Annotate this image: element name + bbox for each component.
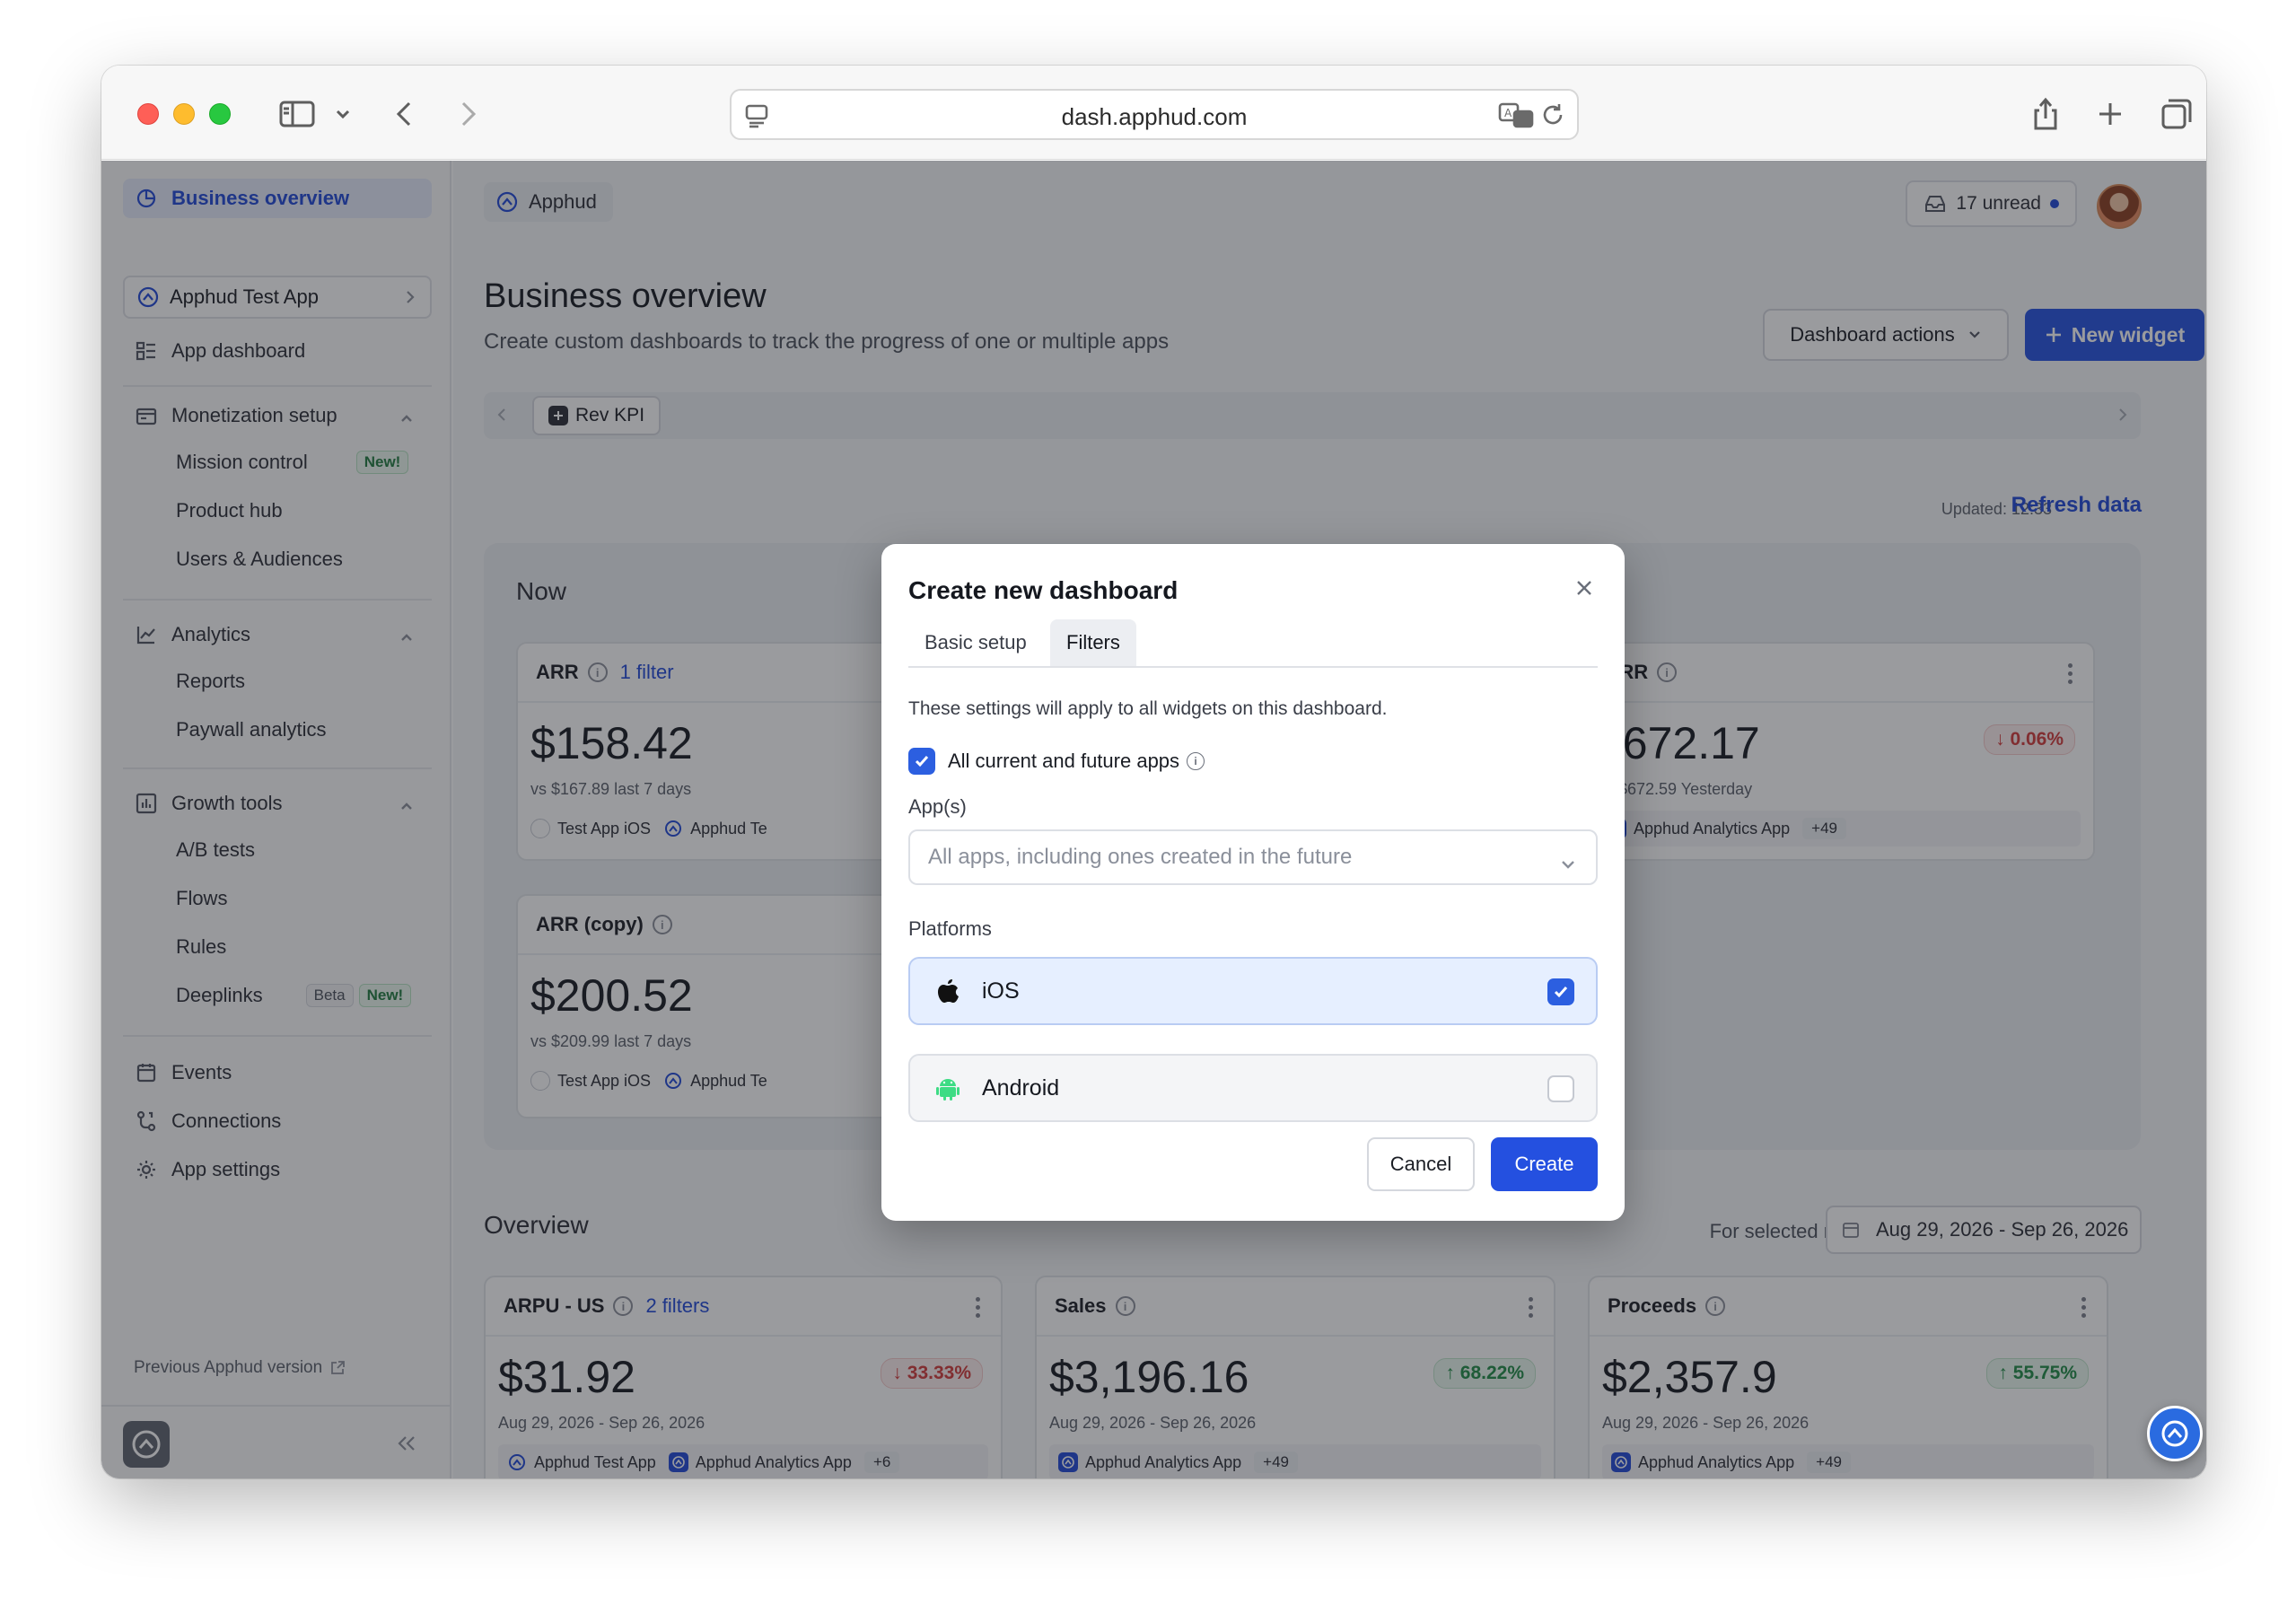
address-bar[interactable]: dash.apphud.com A <box>730 89 1579 140</box>
all-apps-checkbox-row[interactable]: All current and future apps i <box>908 747 1205 776</box>
android-checkbox[interactable] <box>1547 1075 1574 1102</box>
modal-tabs: Basic setup Filters <box>908 619 1598 668</box>
close-window-button[interactable] <box>137 103 159 125</box>
cancel-button[interactable]: Cancel <box>1367 1137 1475 1191</box>
tab-overview-icon[interactable] <box>2159 95 2195 133</box>
platform-label: iOS <box>982 978 1020 1004</box>
svg-text:A: A <box>1504 107 1512 119</box>
create-button[interactable]: Create <box>1491 1137 1598 1191</box>
new-tab-plus-icon[interactable] <box>2094 95 2126 133</box>
back-arrow-icon[interactable] <box>390 95 417 133</box>
tab-basic-setup[interactable]: Basic setup <box>908 619 1043 666</box>
translate-icon[interactable]: A <box>1498 101 1534 128</box>
create-dashboard-modal: Create new dashboard Basic setup Filters… <box>881 544 1625 1221</box>
info-icon: i <box>1187 752 1205 770</box>
minimize-window-button[interactable] <box>173 103 195 125</box>
reload-icon[interactable] <box>1539 101 1566 128</box>
apple-icon <box>933 977 962 1005</box>
platform-option-android[interactable]: Android <box>908 1054 1598 1122</box>
platform-option-ios[interactable]: iOS <box>908 957 1598 1025</box>
close-icon[interactable] <box>1571 574 1598 601</box>
apphud-logo-icon <box>2161 1420 2188 1447</box>
ios-checkbox[interactable] <box>1547 978 1574 1005</box>
chevron-down-icon[interactable] <box>331 95 355 133</box>
help-chat-button[interactable] <box>2147 1406 2203 1461</box>
filters-description: These settings will apply to all widgets… <box>908 698 1388 719</box>
share-icon[interactable] <box>2029 95 2062 133</box>
chevron-down-icon <box>1560 851 1576 876</box>
apps-label: App(s) <box>908 795 967 818</box>
url-text: dash.apphud.com <box>1061 103 1248 130</box>
tab-filters[interactable]: Filters <box>1050 619 1136 666</box>
apps-select-placeholder: All apps, including ones created in the … <box>928 845 1353 869</box>
android-icon <box>933 1074 962 1102</box>
platforms-label: Platforms <box>908 917 992 940</box>
browser-toolbar: dash.apphud.com A <box>101 66 2206 160</box>
all-apps-label: All current and future apps <box>948 750 1180 772</box>
platform-label: Android <box>982 1074 1060 1101</box>
all-apps-checkbox[interactable] <box>908 748 935 775</box>
forward-arrow-icon[interactable] <box>455 95 482 133</box>
zoom-window-button[interactable] <box>209 103 231 125</box>
sidebar-toggle-icon[interactable] <box>277 95 317 133</box>
browser-window: dash.apphud.com A Business overview Apph… <box>101 66 2206 1478</box>
apps-select[interactable]: All apps, including ones created in the … <box>908 829 1598 885</box>
modal-title: Create new dashboard <box>908 576 1179 604</box>
